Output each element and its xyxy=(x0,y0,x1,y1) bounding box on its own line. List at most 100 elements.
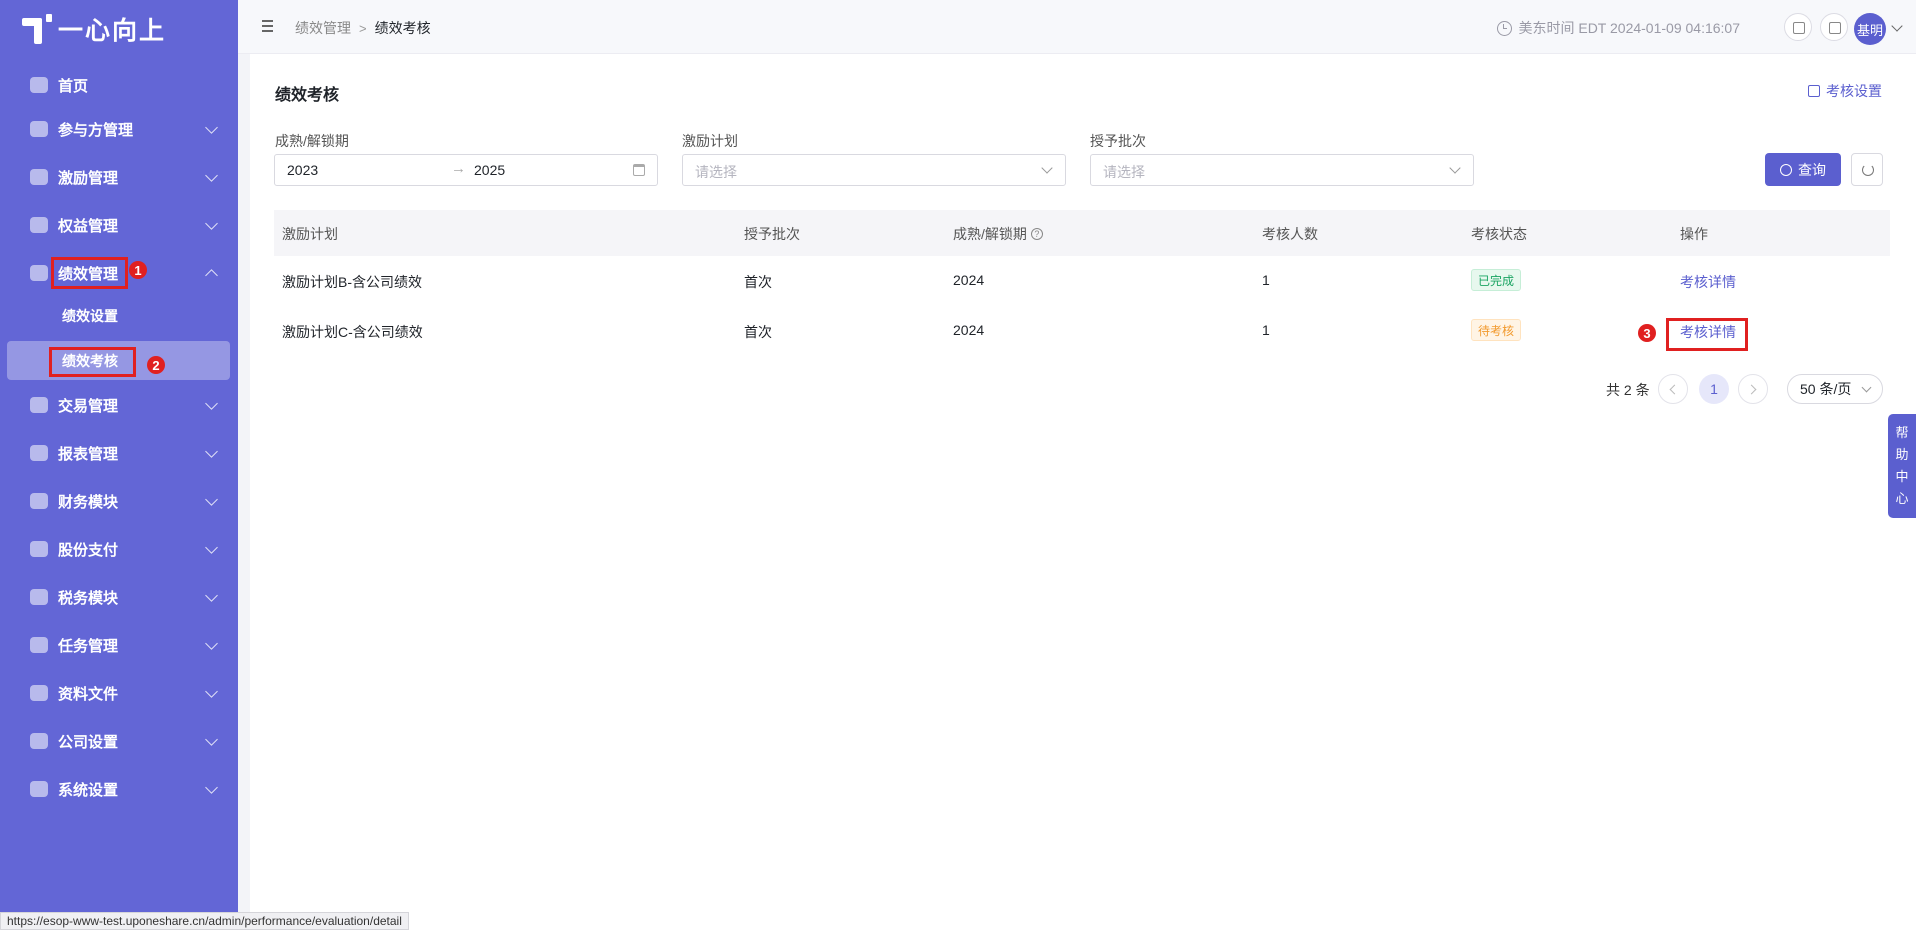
query-button[interactable]: 查询 xyxy=(1765,153,1841,186)
sidebar-item-label: 权益管理 xyxy=(58,217,119,235)
annotation-number-2: 2 xyxy=(147,356,165,374)
sidebar-subitem-performance-settings[interactable]: 绩效设置 xyxy=(0,298,238,334)
status-url-bar: https://esop-www-test.uponeshare.cn/admi… xyxy=(0,912,409,930)
home-icon xyxy=(30,77,48,93)
chevron-down-icon xyxy=(205,121,218,134)
chevron-down-icon xyxy=(205,781,218,794)
sidebar-item-label: 税务模块 xyxy=(58,589,119,607)
main-content: 绩效考核 考核设置 成熟/解锁期 2023 → 2025 激励计划 请选择 授予… xyxy=(250,54,1916,930)
evaluation-settings-label: 考核设置 xyxy=(1826,83,1882,99)
sidebar-item-company-settings[interactable]: 公司设置 xyxy=(0,721,238,761)
sidebar-item-label: 公司设置 xyxy=(58,733,119,751)
collapse-menu-icon[interactable] xyxy=(258,19,273,33)
chevron-down-icon xyxy=(1861,382,1872,393)
sidebar-item-label: 系统设置 xyxy=(58,781,119,799)
cell-period: 2024 xyxy=(953,322,985,338)
evaluation-detail-link[interactable]: 考核详情 xyxy=(1680,272,1736,292)
table-row: 激励计划B-含公司绩效 首次 2024 1 已完成 考核详情 xyxy=(274,256,1890,306)
task-icon xyxy=(30,637,48,653)
chevron-down-icon xyxy=(1449,162,1461,174)
sidebar-item-trade[interactable]: 交易管理 xyxy=(0,385,238,425)
sidebar-item-system-settings[interactable]: 系统设置 xyxy=(0,769,238,809)
logo-text: 一心向上 xyxy=(58,17,167,45)
evaluation-settings-link[interactable]: 考核设置 xyxy=(1808,81,1882,101)
period-range-picker[interactable]: 2023 → 2025 xyxy=(274,154,658,186)
chevron-down-icon xyxy=(205,217,218,230)
sidebar-item-label: 参与方管理 xyxy=(58,121,134,139)
incentive-icon xyxy=(30,169,48,185)
sidebar-item-home[interactable]: 首页 xyxy=(0,65,238,105)
report-icon xyxy=(30,445,48,461)
help-center-tab[interactable]: 帮 助 中 心 xyxy=(1888,414,1916,518)
calendar-icon xyxy=(633,164,645,176)
plan-label: 激励计划 xyxy=(682,133,738,149)
page-number-current[interactable]: 1 xyxy=(1699,374,1729,404)
logo[interactable]: 一心向上 xyxy=(22,12,166,46)
sidebar-item-share-payment[interactable]: 股份支付 xyxy=(0,529,238,569)
sidebar-item-label: 首页 xyxy=(58,77,89,95)
reset-button[interactable] xyxy=(1851,153,1883,186)
cell-plan: 激励计划B-含公司绩效 xyxy=(282,274,422,290)
sidebar-item-files[interactable]: 资料文件 xyxy=(0,673,238,713)
annotation-number-1: 1 xyxy=(129,261,147,279)
company-icon xyxy=(30,733,48,749)
chevron-down-icon xyxy=(205,685,218,698)
todo-button[interactable] xyxy=(1784,13,1812,41)
sidebar-item-label: 资料文件 xyxy=(58,685,119,703)
sidebar-item-equity[interactable]: 权益管理 xyxy=(0,205,238,245)
chevron-down-icon xyxy=(1041,162,1053,174)
chevron-down-icon xyxy=(205,541,218,554)
sidebar-item-label: 财务模块 xyxy=(58,493,119,511)
plan-select[interactable]: 请选择 xyxy=(682,154,1066,186)
cell-batch: 首次 xyxy=(744,324,772,340)
folder-icon xyxy=(30,685,48,701)
sidebar-item-finance[interactable]: 财务模块 xyxy=(0,481,238,521)
sidebar-item-label: 任务管理 xyxy=(58,637,119,655)
payment-icon xyxy=(30,541,48,557)
page-size-select[interactable]: 50 条/页 xyxy=(1787,374,1883,404)
finance-icon xyxy=(30,493,48,509)
cell-plan: 激励计划C-含公司绩效 xyxy=(282,324,423,340)
breadcrumb-item[interactable]: 绩效管理 xyxy=(295,18,351,38)
chevron-down-icon xyxy=(205,637,218,650)
page-size-label: 50 条/页 xyxy=(1800,381,1852,397)
document-button[interactable] xyxy=(1820,13,1848,41)
range-arrow-icon: → xyxy=(451,160,466,177)
next-page-button[interactable] xyxy=(1738,374,1768,404)
table-header: 激励计划 授予批次 成熟/解锁期 ? 考核人数 考核状态 操作 xyxy=(274,210,1890,256)
sidebar-item-tax[interactable]: 税务模块 xyxy=(0,577,238,617)
sidebar-item-report[interactable]: 报表管理 xyxy=(0,433,238,473)
chevron-down-icon xyxy=(205,589,218,602)
batch-select[interactable]: 请选择 xyxy=(1090,154,1474,186)
sidebar-item-task[interactable]: 任务管理 xyxy=(0,625,238,665)
users-icon xyxy=(30,121,48,137)
help-icon[interactable]: ? xyxy=(1030,228,1043,240)
chevron-down-icon xyxy=(205,397,218,410)
status-badge: 待考核 xyxy=(1471,319,1522,341)
crown-icon xyxy=(30,265,48,281)
breadcrumb-current: 绩效考核 xyxy=(374,20,431,36)
equity-icon xyxy=(30,217,48,233)
query-button-label: 查询 xyxy=(1798,161,1826,178)
annotation-box-1 xyxy=(51,257,128,289)
avatar[interactable]: 基明 xyxy=(1854,13,1886,45)
logo-icon xyxy=(22,14,52,44)
sidebar-item-label: 激励管理 xyxy=(58,169,119,187)
annotation-number-3: 3 xyxy=(1638,324,1656,342)
sidebar-item-label: 报表管理 xyxy=(58,445,119,463)
prev-page-button[interactable] xyxy=(1658,374,1688,404)
help-center-char: 中 xyxy=(1895,469,1909,484)
chevron-down-icon[interactable] xyxy=(1891,20,1903,32)
sidebar-item-participants[interactable]: 参与方管理 xyxy=(0,109,238,149)
sidebar-subitem-label: 绩效设置 xyxy=(62,308,118,324)
server-time: 美东时间 EDT 2024-01-09 04:16:07 xyxy=(1497,18,1740,38)
period-start[interactable]: 2023 xyxy=(287,162,318,178)
sidebar-item-label: 交易管理 xyxy=(58,397,119,415)
page-title: 绩效考核 xyxy=(275,87,340,104)
period-end[interactable]: 2025 xyxy=(474,162,505,178)
chevron-up-icon xyxy=(205,269,218,282)
sidebar-item-incentive[interactable]: 激励管理 xyxy=(0,157,238,197)
batch-label: 授予批次 xyxy=(1090,133,1146,149)
plan-select-placeholder: 请选择 xyxy=(695,164,737,180)
chevron-down-icon xyxy=(205,445,218,458)
